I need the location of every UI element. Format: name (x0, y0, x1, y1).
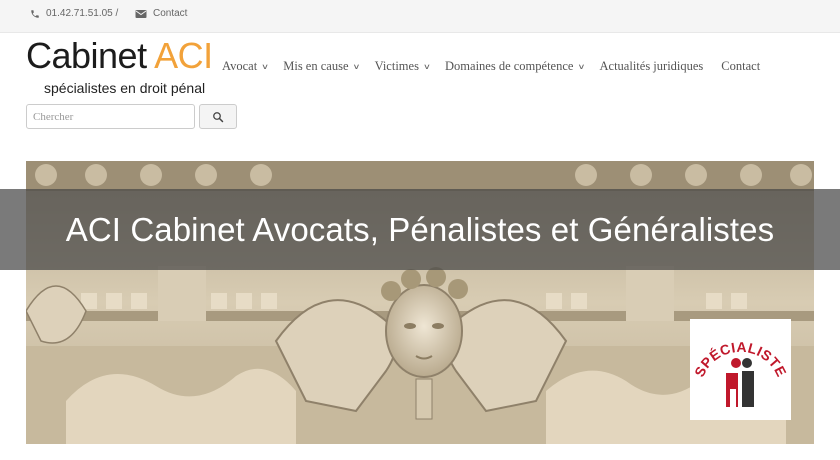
specialist-logo-icon: SPÉCIALISTE (691, 339, 790, 407)
search-form (26, 104, 237, 129)
nav-item-contact[interactable]: Contact (721, 59, 760, 74)
chevron-down-icon: ∨ (352, 62, 361, 72)
hero-title: ACI Cabinet Avocats, Pénalistes et Génér… (65, 210, 775, 248)
phone-link[interactable]: 01.42.71.51.05 / (30, 8, 118, 19)
nav-item-domaines[interactable]: Domaines de compétence ∨ (445, 59, 585, 74)
svg-text:SPÉCIALISTE: SPÉCIALISTE (691, 339, 790, 380)
nav-item-victimes[interactable]: Victimes ∨ (375, 59, 431, 74)
nav-item-avocat[interactable]: Avocat ∨ (222, 59, 269, 74)
topbar-contact-link[interactable]: Contact (135, 8, 187, 19)
site-logo[interactable]: Cabinet ACI spécialistes en droit pénal (26, 35, 213, 97)
topbar-contact-label: Contact (153, 8, 188, 19)
main-nav: Avocat ∨ Mis en cause ∨ Victimes ∨ Domai… (222, 59, 760, 74)
nav-item-label: Domaines de compétence (445, 59, 574, 73)
nav-item-label: Victimes (374, 59, 419, 73)
search-button[interactable] (199, 104, 237, 129)
phone-icon (31, 9, 39, 18)
nav-item-label: Mis en cause (283, 59, 349, 73)
nav-item-actualites[interactable]: Actualités juridiques (600, 59, 704, 74)
nav-item-label: Contact (721, 59, 761, 73)
nav-item-label: Avocat (222, 59, 258, 73)
envelope-icon (135, 9, 147, 18)
nav-item-mis-en-cause[interactable]: Mis en cause ∨ (283, 59, 360, 74)
hero-title-banner: ACI Cabinet Avocats, Pénalistes et Génér… (0, 189, 840, 270)
search-input[interactable] (26, 104, 195, 129)
nav-item-label: Actualités juridiques (599, 59, 704, 73)
search-icon (213, 111, 224, 122)
chevron-down-icon: ∨ (261, 62, 270, 72)
phone-number: 01.42.71.51.05 / (46, 8, 119, 19)
logo-tagline: spécialistes en droit pénal (44, 80, 206, 96)
chevron-down-icon: ∨ (422, 62, 432, 72)
top-bar: 01.42.71.51.05 / Contact (0, 0, 840, 33)
specialist-badge: SPÉCIALISTE (690, 319, 791, 420)
logo-brand-main: Cabinet (26, 35, 155, 76)
chevron-down-icon: ∨ (577, 62, 586, 72)
logo-brand-accent: ACI (154, 35, 213, 76)
badge-text: SPÉCIALISTE (691, 339, 789, 380)
